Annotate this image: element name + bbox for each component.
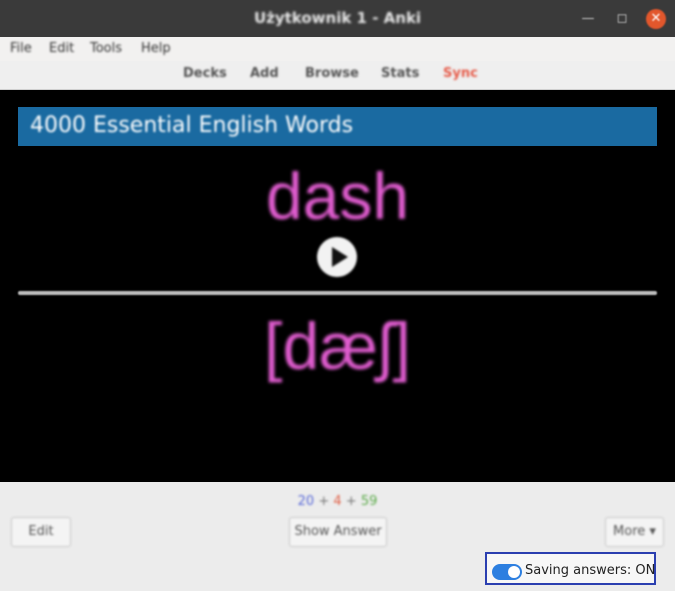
card-view [0,90,675,482]
new-count: 20 [297,494,315,509]
edit-button[interactable]: Edit [11,517,71,547]
menu-help[interactable]: Help [141,41,171,56]
learning-count: 4 [333,494,342,509]
add-button[interactable]: Add [250,66,279,81]
review-count: 59 [360,494,378,509]
card-divider [18,291,657,295]
stats-button[interactable]: Stats [381,66,419,81]
saving-answers-label: Saving answers: ON [525,563,656,578]
show-answer-button[interactable]: Show Answer [289,517,387,547]
saving-answers-panel: Saving answers: ON [485,552,656,585]
window-titlebar: Użytkownik 1 - Anki — ◻ ✕ [0,0,675,37]
deck-title: 4000 Essential English Words [30,113,354,138]
deck-title-bar: 4000 Essential English Words [18,107,657,146]
card-pronunciation: [dæʃ] [264,309,411,383]
menu-file[interactable]: File [10,41,32,56]
menu-bar: File Edit Tools Help [0,37,675,61]
more-button[interactable]: More ▾ [605,517,664,547]
window-title: Użytkownik 1 - Anki [253,9,422,27]
maximize-icon[interactable]: ◻ [612,9,632,29]
count-separator: + [318,494,330,509]
play-audio-icon[interactable] [317,237,357,277]
decks-button[interactable]: Decks [183,66,227,81]
count-separator: + [345,494,357,509]
close-icon[interactable]: ✕ [646,9,666,29]
menu-tools[interactable]: Tools [90,41,122,56]
browse-button[interactable]: Browse [305,66,359,81]
sync-button[interactable]: Sync [443,66,478,81]
main-toolbar: Decks Add Browse Stats Sync [0,61,675,90]
saving-answers-toggle[interactable] [492,564,522,580]
menu-edit[interactable]: Edit [49,41,74,56]
minimize-icon[interactable]: — [578,9,598,29]
card-word: dash [265,159,410,233]
due-counts: 20 + 4 + 59 [0,494,675,509]
